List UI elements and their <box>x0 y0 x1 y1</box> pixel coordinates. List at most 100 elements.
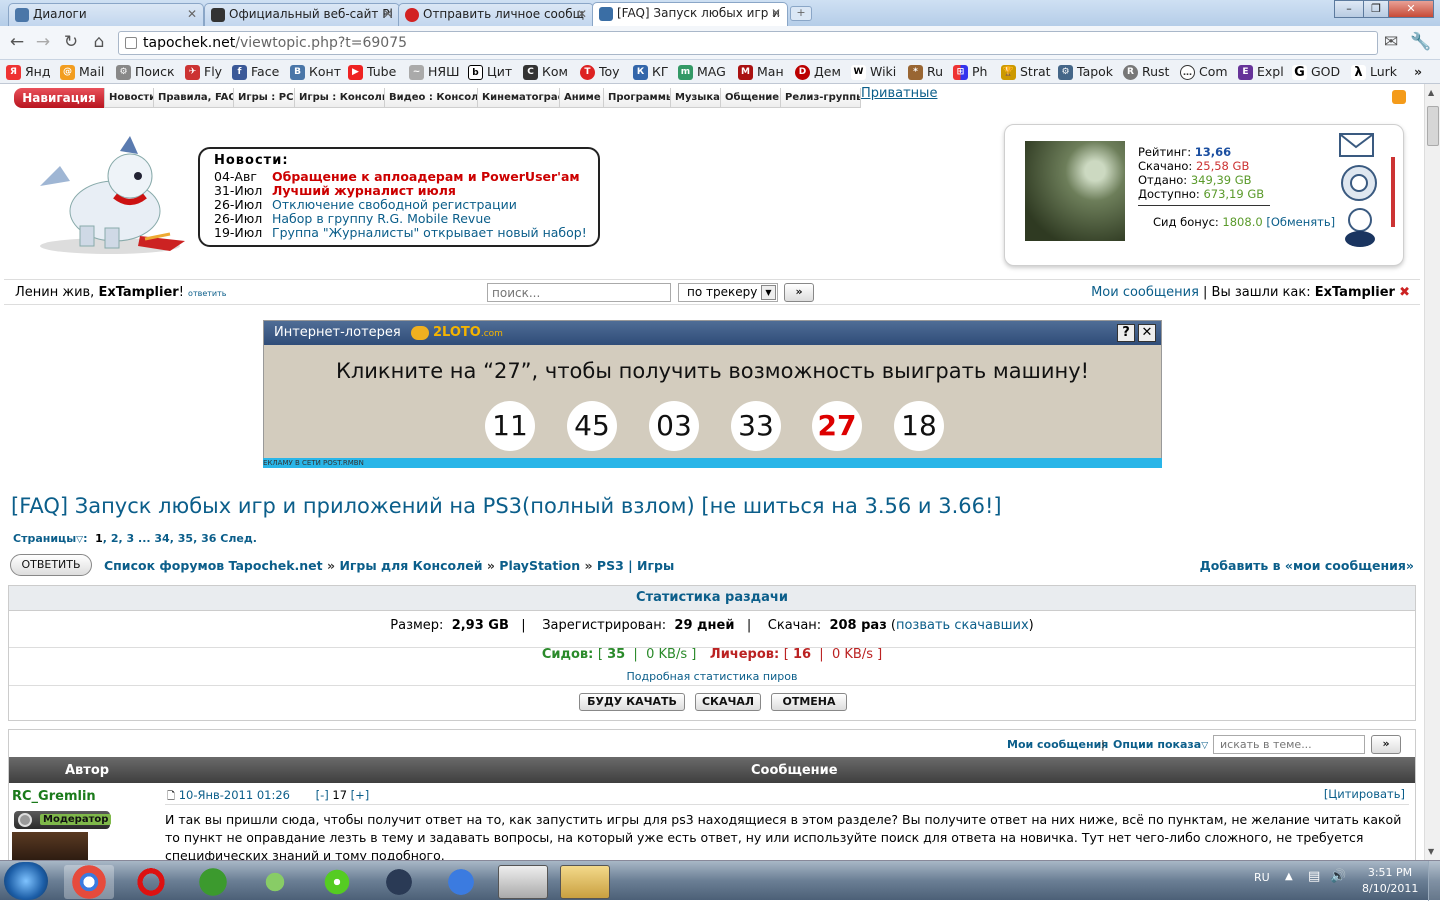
rss-icon[interactable] <box>1392 90 1406 104</box>
bookmarks-overflow-button[interactable]: » <box>1414 63 1422 81</box>
chrome-icon[interactable] <box>64 865 114 899</box>
news-link[interactable]: Группа "Журналисты" открывает новый набо… <box>272 225 587 240</box>
forward-icon[interactable]: → <box>32 32 54 52</box>
nav-item-games-pc[interactable]: Игры : PC <box>233 88 299 108</box>
exchange-link[interactable]: [Обменять] <box>1266 215 1335 229</box>
close-tab-icon[interactable]: ✕ <box>187 4 197 25</box>
peer-stats-link[interactable]: Подробная статистика пиров <box>9 670 1415 683</box>
scrollbar-thumb[interactable] <box>1427 106 1439 146</box>
page-link[interactable]: 36 <box>201 532 216 545</box>
bookmark-nyash[interactable]: ~ НЯШ <box>409 63 459 81</box>
greeting-reply-link[interactable]: ответить <box>188 289 226 298</box>
profile-icon[interactable] <box>1343 207 1377 247</box>
bookmark-vk[interactable]: В Конт <box>290 63 341 81</box>
nav-item-release-groups[interactable]: Релиз-группы <box>780 88 861 108</box>
bookmark-strat[interactable]: 🏆 Strat <box>1001 63 1051 81</box>
show-desktop-button[interactable] <box>1428 861 1440 901</box>
bookmark-god[interactable]: G GOD <box>1292 63 1340 81</box>
tab-dialogs[interactable]: Диалоги ✕ <box>8 3 204 26</box>
rep-plus-button[interactable]: [+] <box>351 788 370 802</box>
author-avatar[interactable] <box>12 832 88 860</box>
bookmark-kom[interactable]: C Ком <box>523 63 568 81</box>
bookmark-toy[interactable]: T Toy <box>580 63 620 81</box>
scroll-up-icon[interactable]: ▲ <box>1428 88 1434 97</box>
gear-icon[interactable] <box>1339 163 1379 203</box>
news-link[interactable]: Обращение к аплоадерам и PowerUser'ам <box>272 169 580 184</box>
utorrent-icon[interactable] <box>188 865 238 899</box>
nav-item-music[interactable]: Музыка <box>670 88 725 108</box>
page-link[interactable]: 35 <box>178 532 193 545</box>
user-avatar[interactable] <box>1025 141 1125 241</box>
opera-icon[interactable] <box>126 865 176 899</box>
reload-icon[interactable]: ↻ <box>60 32 82 52</box>
home-icon[interactable]: ⌂ <box>88 32 110 52</box>
nav-item-video-consoles[interactable]: Видео : Консоли <box>384 88 491 108</box>
address-bar[interactable]: tapochek.net/viewtopic.php?t=69075 <box>118 31 1378 55</box>
close-window-button[interactable]: ✕ <box>1388 0 1434 18</box>
icq-icon[interactable] <box>312 865 362 899</box>
reply-button[interactable]: ОТВЕТИТЬ <box>10 554 92 576</box>
maximize-button[interactable]: ❐ <box>1363 0 1389 18</box>
breadcrumb-playstation[interactable]: PlayStation <box>499 558 580 573</box>
bookmark-lurk[interactable]: λ Lurk <box>1351 63 1397 81</box>
nav-item-anime[interactable]: Аниме <box>559 88 606 108</box>
post-author[interactable]: RC_Gremlin <box>12 789 96 804</box>
clock-time[interactable]: 3:51 PM <box>1362 866 1418 879</box>
post-date[interactable]: 10-Янв-2011 01:26 <box>179 788 290 802</box>
lottery-ball[interactable]: 18 <box>894 401 944 451</box>
start-button[interactable] <box>4 862 48 900</box>
bookmark-ph[interactable]: ⊞ Ph <box>953 63 987 81</box>
scroll-down-icon[interactable]: ▼ <box>1428 847 1434 856</box>
close-tab-icon[interactable]: ✕ <box>577 4 587 25</box>
bookmark-com[interactable]: … Com <box>1180 63 1228 81</box>
ad-help-button[interactable]: ? <box>1117 324 1135 342</box>
nav-item-private[interactable]: Приватные <box>861 86 937 101</box>
envelope-icon[interactable] <box>1339 131 1375 159</box>
back-icon[interactable]: ← <box>6 32 28 52</box>
display-options-link[interactable]: Опции показа▽ <box>1113 738 1208 751</box>
page-scrollbar[interactable]: ▲ ▼ <box>1424 84 1440 860</box>
tray-expand-icon[interactable]: ▲ <box>1285 871 1293 882</box>
breadcrumb-console-games[interactable]: Игры для Консолей <box>339 558 482 573</box>
bookmark-yandex[interactable]: Я Янд <box>6 63 51 81</box>
topic-title[interactable]: [FAQ] Запуск любых игр и приложений на P… <box>11 494 1002 518</box>
tab-playstation[interactable]: Официальный веб-сайт Pl ✕ <box>204 3 400 26</box>
bookmark-ru[interactable]: * Ru <box>908 63 943 81</box>
news-link[interactable]: Лучший журналист июля <box>272 183 456 198</box>
bookmark-rust[interactable]: R Rust <box>1123 63 1169 81</box>
breadcrumb-forum-list[interactable]: Список форумов Tapochek.net <box>104 558 323 573</box>
lottery-ball[interactable]: 33 <box>731 401 781 451</box>
wrench-icon[interactable]: 🔧 <box>1410 32 1432 52</box>
will-download-button[interactable]: БУДУ КАЧАТЬ <box>579 693 685 711</box>
nav-item-rules[interactable]: Правила, FAQ <box>153 88 242 108</box>
bookmark-man[interactable]: M Ман <box>738 63 784 81</box>
pages-label[interactable]: Страницы <box>13 532 76 545</box>
add-to-my-messages-link[interactable]: Добавить в «мои сообщения» <box>1200 558 1414 573</box>
search-input[interactable] <box>487 283 671 302</box>
lottery-ball[interactable]: 03 <box>649 401 699 451</box>
page-link[interactable]: 34 <box>154 532 169 545</box>
news-link[interactable]: Отключение свободной регистрации <box>272 197 517 212</box>
itunes-icon[interactable] <box>436 865 486 899</box>
topic-search-submit[interactable]: » <box>1371 735 1401 754</box>
steam-icon[interactable] <box>374 865 424 899</box>
search-submit-button[interactable]: » <box>784 283 814 302</box>
my-messages-link[interactable]: Мои сообщения <box>1007 738 1108 751</box>
rep-minus-button[interactable]: [-] <box>316 788 329 802</box>
logout-icon[interactable]: ✖ <box>1399 285 1410 300</box>
cancel-button[interactable]: ОТМЕНА <box>771 693 847 711</box>
bookmark-search[interactable]: ⚙ Поиск <box>116 63 175 81</box>
breadcrumb-ps3-games[interactable]: PS3 | Игры <box>597 558 674 573</box>
news-link[interactable]: Набор в группу R.G. Mobile Revue <box>272 211 491 226</box>
clock-date[interactable]: 8/10/2011 <box>1362 882 1418 895</box>
bookmark-expl[interactable]: E Expl <box>1238 63 1284 81</box>
bookmark-facebook[interactable]: f Face <box>232 63 279 81</box>
system-tool-icon[interactable] <box>498 865 548 899</box>
bookmark-tapok[interactable]: ⚙ Tapok <box>1058 63 1113 81</box>
ad-close-button[interactable]: ✕ <box>1138 324 1156 342</box>
tab-faq-active[interactable]: [FAQ] Запуск любых игр и ✕ <box>592 2 788 26</box>
lottery-ball[interactable]: 45 <box>567 401 617 451</box>
bookmark-youtube[interactable]: ▶ Tube <box>348 63 396 81</box>
close-tab-icon[interactable]: ✕ <box>383 4 393 25</box>
lottery-ad-banner[interactable]: Интернет-лотерея 2LOTO.com ? ✕ Кликните … <box>263 320 1162 468</box>
